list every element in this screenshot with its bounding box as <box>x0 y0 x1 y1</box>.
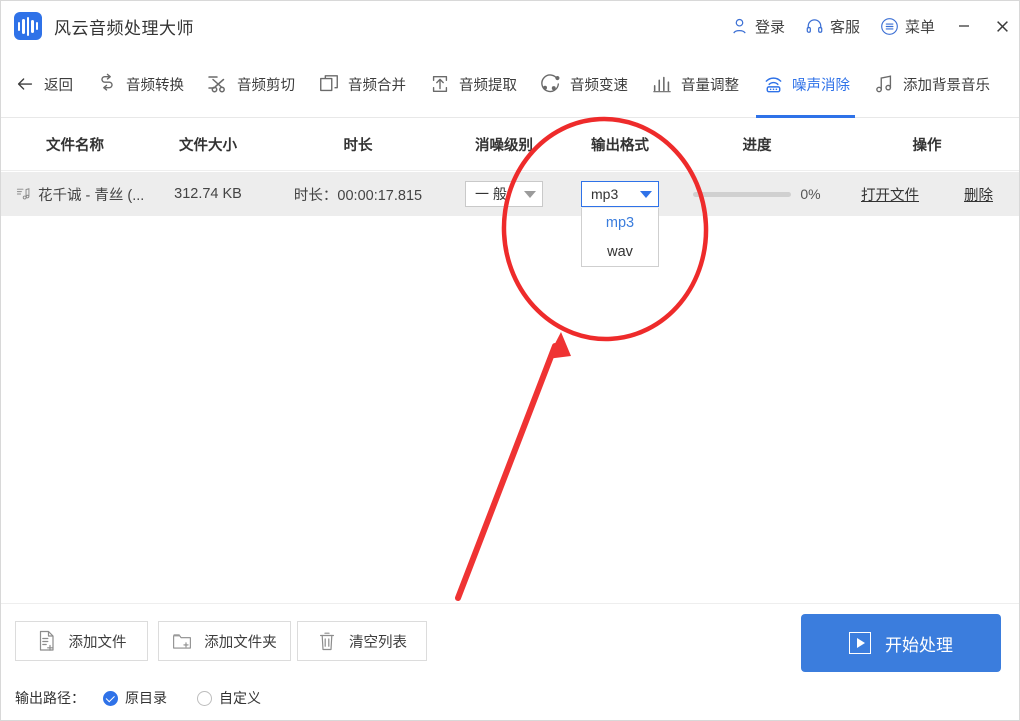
app-title: 风云音频处理大师 <box>54 18 194 38</box>
column-header-action: 操作 <box>912 138 942 154</box>
column-header-progress: 进度 <box>742 138 772 154</box>
audio-waveform-icon <box>14 12 42 40</box>
folder-plus-icon <box>172 630 192 652</box>
chevron-down-icon <box>524 190 536 198</box>
toolbar-item-audio-convert[interactable]: 音频转换 <box>84 51 195 118</box>
scissors-icon <box>206 72 230 96</box>
list-menu-icon <box>880 17 899 36</box>
add-folder-label: 添加文件夹 <box>204 634 277 651</box>
output-format-dropdown[interactable]: mp3 wav <box>581 208 659 267</box>
output-format-select[interactable]: mp3 <box>581 181 659 207</box>
play-icon <box>849 632 871 654</box>
clear-list-button[interactable]: 清空列表 <box>297 621 427 661</box>
toolbar-item-back[interactable]: 返回 <box>1 51 84 118</box>
bars-volume-icon <box>650 72 674 96</box>
close-button[interactable] <box>983 1 1019 51</box>
radio-checked-icon <box>103 690 118 706</box>
radio-original-dir-label: 原目录 <box>125 690 167 706</box>
output-path-row: 输出路径： 原目录 自定义 <box>15 688 291 708</box>
app-window: 风云音频处理大师 登录 客服 菜单 返回 音频转换 音频剪切 音频合并 音频提取… <box>0 0 1020 721</box>
minimize-button[interactable] <box>945 1 983 51</box>
add-file-button[interactable]: 添加文件 <box>15 621 148 661</box>
clear-list-label: 清空列表 <box>349 634 407 651</box>
toolbar-label-audio-convert: 音频转换 <box>126 77 184 94</box>
add-file-label: 添加文件 <box>68 634 127 651</box>
open-file-link[interactable]: 打开文件 <box>861 184 919 205</box>
menu-button[interactable]: 菜单 <box>870 1 945 51</box>
radio-unchecked-icon <box>197 690 212 706</box>
cell-file-name: 花千诚 - 青丝 (... <box>1 172 149 216</box>
support-button[interactable]: 客服 <box>795 1 870 51</box>
support-label: 客服 <box>829 18 860 36</box>
radio-original-dir[interactable]: 原目录 <box>103 688 167 708</box>
progress-label: 0% <box>800 186 821 202</box>
toolbar-item-audio-extract[interactable]: 音频提取 <box>417 51 528 118</box>
music-note-file-icon <box>15 186 31 202</box>
column-header-file-name: 文件名称 <box>46 138 104 154</box>
login-button[interactable]: 登录 <box>720 1 795 51</box>
music-note-icon <box>872 72 896 96</box>
toolbar-label-add-bgm: 添加背景音乐 <box>903 77 990 94</box>
column-header-file-size: 文件大小 <box>179 138 237 154</box>
trash-icon <box>317 630 337 652</box>
cell-noise-level: 一 般 <box>449 172 559 216</box>
bottom-bar: 添加文件 添加文件夹 清空列表 开始处理 输出路径： 原目录 自定义 <box>1 603 1019 720</box>
cell-actions: 打开文件 删除 <box>833 172 1019 216</box>
cell-file-size: 312.74 KB <box>174 186 242 202</box>
toolbar-label-audio-cut: 音频剪切 <box>237 77 295 94</box>
toolbar-item-audio-merge[interactable]: 音频合并 <box>306 51 417 118</box>
toolbar-item-noise-removal[interactable]: 噪声消除 <box>750 51 861 118</box>
toolbar-label-audio-merge: 音频合并 <box>348 77 406 94</box>
table-row[interactable]: 花千诚 - 青丝 (... 312.74 KB 时长：00:00:17.815 … <box>1 172 1019 216</box>
column-header-noise-level: 消噪级别 <box>475 138 533 154</box>
toolbar-item-add-bgm[interactable]: 添加背景音乐 <box>861 51 1001 118</box>
toolbar-item-audio-speed[interactable]: 音频变速 <box>528 51 639 118</box>
minimize-icon <box>956 18 972 34</box>
convert-arrows-icon <box>95 72 119 96</box>
radio-custom-dir-label: 自定义 <box>219 690 261 706</box>
file-table-header: 文件名称 文件大小 时长 消噪级别 输出格式 进度 操作 <box>1 119 1019 171</box>
toolbar-item-volume-adjust[interactable]: 音量调整 <box>639 51 750 118</box>
start-process-button[interactable]: 开始处理 <box>801 614 1001 672</box>
delete-link[interactable]: 删除 <box>964 184 993 205</box>
login-label: 登录 <box>754 18 785 36</box>
main-toolbar: 返回 音频转换 音频剪切 音频合并 音频提取 音频变速 音量调整 噪声消除 添加… <box>1 51 1019 118</box>
toolbar-label-audio-extract: 音频提取 <box>459 77 517 94</box>
merge-squares-icon <box>317 72 341 96</box>
file-name-label: 花千诚 - 青丝 (... <box>38 187 145 204</box>
toolbar-label-noise-removal: 噪声消除 <box>792 77 850 94</box>
column-header-output-format: 输出格式 <box>591 138 649 154</box>
extract-upload-icon <box>428 72 452 96</box>
progress-bar <box>693 191 792 197</box>
noise-signal-icon <box>761 72 785 96</box>
column-header-duration: 时长 <box>343 138 373 154</box>
title-bar: 风云音频处理大师 登录 客服 菜单 <box>1 1 1019 51</box>
chevron-down-icon <box>640 190 652 198</box>
dropdown-option-mp3[interactable]: mp3 <box>582 208 658 237</box>
noise-level-value: 一 般 <box>475 186 507 202</box>
output-path-label: 输出路径： <box>15 690 85 706</box>
output-format-value: mp3 <box>591 186 619 202</box>
cell-progress: 0% <box>681 172 833 216</box>
arrow-left-icon <box>13 72 37 96</box>
add-folder-button[interactable]: 添加文件夹 <box>158 621 291 661</box>
toolbar-item-audio-cut[interactable]: 音频剪切 <box>195 51 306 118</box>
cell-duration: 时长：00:00:17.815 <box>293 187 423 204</box>
radio-custom-dir[interactable]: 自定义 <box>197 688 261 708</box>
user-icon <box>730 17 749 36</box>
menu-label: 菜单 <box>904 18 935 36</box>
noise-level-select[interactable]: 一 般 <box>465 181 543 207</box>
annotation-arrow <box>455 332 571 601</box>
close-icon <box>994 18 1011 35</box>
speed-dots-icon <box>539 72 563 96</box>
dropdown-option-wav[interactable]: wav <box>582 237 658 266</box>
title-bar-actions: 登录 客服 菜单 <box>720 1 1019 51</box>
toolbar-label-back: 返回 <box>44 77 73 94</box>
file-plus-icon <box>37 630 57 652</box>
start-process-label: 开始处理 <box>885 635 953 655</box>
toolbar-label-volume-adjust: 音量调整 <box>681 77 739 94</box>
toolbar-label-audio-speed: 音频变速 <box>570 77 628 94</box>
headset-icon <box>805 17 824 36</box>
